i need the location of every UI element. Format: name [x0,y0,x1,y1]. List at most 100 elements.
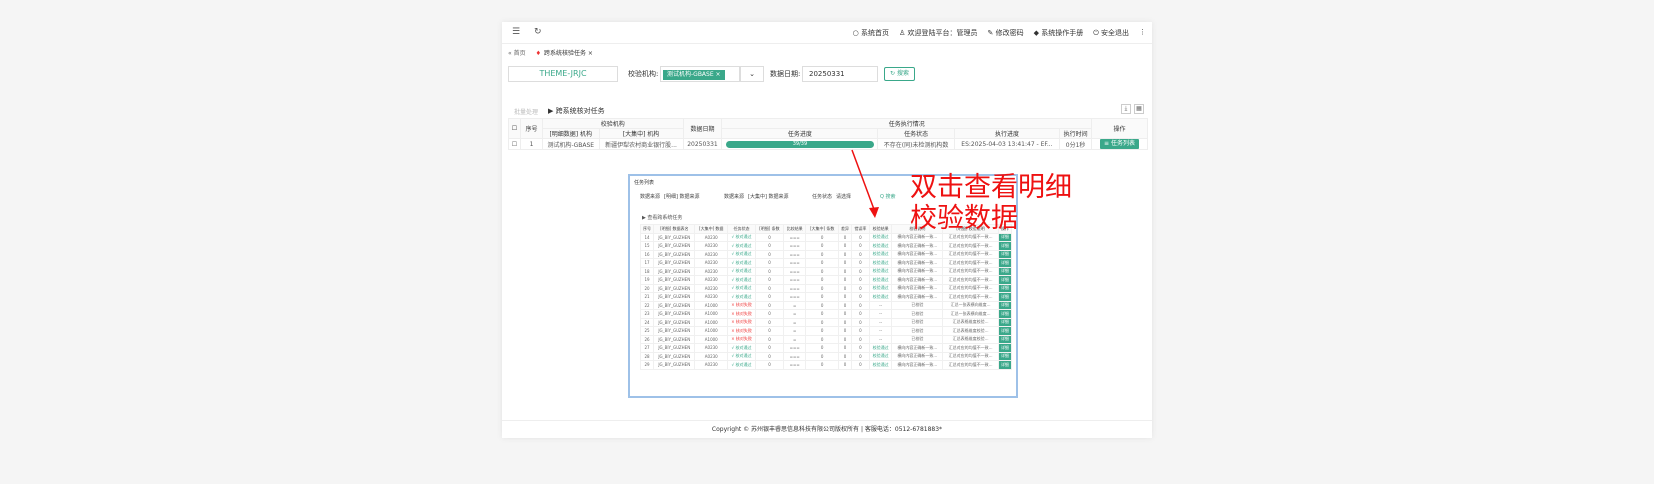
project-field[interactable]: THEME-JRJC [508,66,618,82]
dialog-cell: 0 [755,241,784,251]
date-input[interactable]: 20250331 [802,66,878,82]
dialog-cell[interactable]: 详细 [997,343,1013,353]
dialog-table-row[interactable]: 24 JG_BIY_GUZHEN A1000 × 核对失败 0 = 0 0 0 -- 已校验 汇总表格… [639,317,1013,327]
dialog-cell: 校验通过 [868,343,893,353]
dialog-cell[interactable]: 详细 [997,351,1013,361]
dialog-col-8: 错误率 [851,224,870,234]
nav-manual[interactable]: ◆ 系统操作手册 [1034,28,1084,38]
dialog-cell: JG_BIY_GUZHEN [653,292,696,302]
dialog-table-row[interactable]: 27 JG_BIY_GUZHEN A0230 √ 核对通过 0 === 0 0 0 校验通过 横向内… [639,343,1013,353]
dialog-cell: 0 [805,241,839,251]
dialog-cell: 18 [639,266,655,276]
dialog-cell: JG_BIY_GUZHEN [653,351,696,361]
org-select[interactable]: 测试机构-GBASE × [660,66,740,82]
dialog-table-row[interactable]: 19 JG_BIY_GUZHEN A0230 √ 核对通过 0 === 0 0 0 校验通过 横向内… [639,275,1013,285]
dialog-cell: JG_BIY_GUZHEN [653,275,696,285]
dialog-cell: -- [868,309,893,319]
dialog-cell: × 核对失败 [727,309,757,319]
dialog-cell[interactable]: 详细 [997,317,1013,327]
dialog-table-row[interactable]: 28 JG_BIY_GUZHEN A0230 √ 核对通过 0 === 0 0 0 校验通过 横向内… [639,351,1013,361]
dialog-cell[interactable]: 详细 [997,360,1013,370]
dialog-cell: 0 [755,343,784,353]
dialog-cell: 汇总对应的均值不一致... [942,360,999,370]
dialog-table-row[interactable]: 25 JG_BIY_GUZHEN A1000 × 核对失败 0 = 0 0 0 -- 已校验 汇总表格… [639,326,1013,336]
dialog-table-row[interactable]: 18 JG_BIY_GUZHEN A0230 √ 核对通过 0 === 0 0 0 校验通过 横向内… [639,266,1013,276]
tab-current[interactable]: ♦ 跨系统核验任务 × [536,48,593,57]
dialog-cell: A1000 [694,309,729,319]
org-label: 校验机构: [628,70,659,78]
dialog-table-row[interactable]: 21 JG_BIY_GUZHEN A0230 √ 核对通过 0 === 0 0 0 校验通过 横向内… [639,292,1013,302]
dialog-cell: 0 [805,343,839,353]
dialog-cell: 19 [639,275,655,285]
dialog-cell: JG_BIY_GUZHEN [653,300,696,310]
dialog-cell: -- [868,326,893,336]
dialog-search-button[interactable]: Q 搜索 [880,193,896,200]
dialog-table-row[interactable]: 15 JG_BIY_GUZHEN A0230 √ 核对通过 0 === 0 0 0 校验通过 横向内… [639,241,1013,251]
dialog-table-row[interactable]: 22 JG_BIY_GUZHEN A1000 × 核对失败 0 = 0 0 0 -- 已校验 汇总一张… [639,300,1013,310]
dialog-cell: 0 [805,360,839,370]
dialog-table-row[interactable]: 26 JG_BIY_GUZHEN A1000 × 核对失败 0 = 0 0 0 -- 已校验 汇总表格… [639,334,1013,344]
dialog-cell[interactable]: 详细 [997,292,1013,302]
dialog-cell: 0 [851,343,870,353]
dialog-cell[interactable]: 详细 [997,266,1013,276]
task-list-button[interactable]: ≡ 任务列表 [1100,139,1139,149]
table-row[interactable]: ☐ 1 测试机构-GBASE 新疆伊犁农村商业银行股... 20250331 3… [508,138,1148,150]
dialog-cell[interactable]: 详细 [997,258,1013,268]
dialog-cell: 0 [805,266,839,276]
dialog-cell[interactable]: 详细 [997,334,1013,344]
refresh-icon[interactable]: ↻ [534,27,542,37]
dialog-table-row[interactable]: 29 JG_BIY_GUZHEN A0230 √ 核对通过 0 === 0 0 0 校验通过 横向内… [639,360,1013,370]
dialog-cell: 横向内容正确新一致... [891,275,944,285]
dialog-cell: 0 [837,343,853,353]
dialog-cell: A0230 [694,249,729,259]
dialog-cell: 25 [639,326,655,336]
nav-change-password[interactable]: ✎ 修改密码 [988,28,1024,38]
select-all-checkbox[interactable]: ☐ [508,118,521,139]
dialog-cell[interactable]: 详细 [997,232,1013,242]
dialog-cell: 0 [755,326,784,336]
col-no: 序号 [520,118,543,139]
export-icon[interactable]: ⤓ [1121,104,1131,114]
more-icon[interactable]: ⋮ [1139,28,1146,38]
tab-home[interactable]: « 首页 [508,48,526,57]
dialog-table-row[interactable]: 23 JG_BIY_GUZHEN A1000 × 核对失败 0 = 0 0 0 -- 已校验 汇总一张… [639,309,1013,319]
cell-progress: 39/39 [721,138,879,150]
dialog-cell[interactable]: 详细 [997,283,1013,293]
top-nav: ○ 系统首页 ♙ 欢迎登陆平台：管理员 ✎ 修改密码 ◆ 系统操作手册 ⏻ 安全… [853,28,1146,38]
dialog-table-row[interactable]: 17 JG_BIY_GUZHEN A0230 √ 核对通过 0 === 0 0 0 校验通过 横向内… [639,258,1013,268]
dialog-cell[interactable]: 详细 [997,309,1013,319]
dialog-table-row[interactable]: 20 JG_BIY_GUZHEN A0230 √ 核对通过 0 === 0 0 0 校验通过 横向内… [639,283,1013,293]
dialog-filter-1-input[interactable]: [明细] 数据来源 [664,193,700,200]
nav-logout[interactable]: ⏻ 安全退出 [1093,28,1129,38]
dialog-cell[interactable]: 详细 [997,241,1013,251]
dialog-cell: 0 [837,283,853,293]
dialog-cell: 横向内容正确新一致... [891,249,944,259]
dialog-cell[interactable]: 详细 [997,326,1013,336]
row-checkbox[interactable]: ☐ [508,138,521,150]
dialog-cell: 汇总对应的均值不一致... [942,292,999,302]
group-task: 任务执行情况 [721,118,1092,129]
dialog-cell: 已校验 [891,309,944,319]
dialog-cell[interactable]: 详细 [997,300,1013,310]
dialog-cell[interactable]: 详细 [997,249,1013,259]
nav-home[interactable]: ○ 系统首页 [853,28,889,38]
search-button[interactable]: ↻ 搜索 [884,67,915,81]
dialog-table-row[interactable]: 16 JG_BIY_GUZHEN A0230 √ 核对通过 0 === 0 0 0 校验通过 横向内… [639,249,1013,259]
columns-icon[interactable]: ▦ [1134,104,1144,114]
col-exec: 执行进度 [953,128,1061,139]
batch-button[interactable]: 批量处理 [514,107,538,116]
dialog-filter-3-select[interactable]: 请选择 [836,193,851,200]
dialog-cell[interactable]: 详细 [997,275,1013,285]
dialog-cell: √ 核对通过 [727,249,757,259]
dialog-cell: 校验通过 [868,275,893,285]
dialog-cell: √ 核对通过 [727,351,757,361]
dialog-cell: = [782,309,807,319]
dialog-cell: 0 [805,309,839,319]
dialog-cell: 0 [805,292,839,302]
dialog-filter-2-input[interactable]: [大集中] 数据来源 [748,193,789,200]
table-title: ▶ 跨系统核对任务 [548,107,605,115]
dialog-table-row[interactable]: 14 JG_BIY_GUZHEN A0230 √ 核对通过 0 === 0 0 0 校验通过 横向内… [639,232,1013,242]
org-dropdown-toggle[interactable]: ⌄ [740,66,764,82]
dialog-cell: × 核对失败 [727,317,757,327]
menu-icon[interactable]: ☰ [512,27,520,37]
